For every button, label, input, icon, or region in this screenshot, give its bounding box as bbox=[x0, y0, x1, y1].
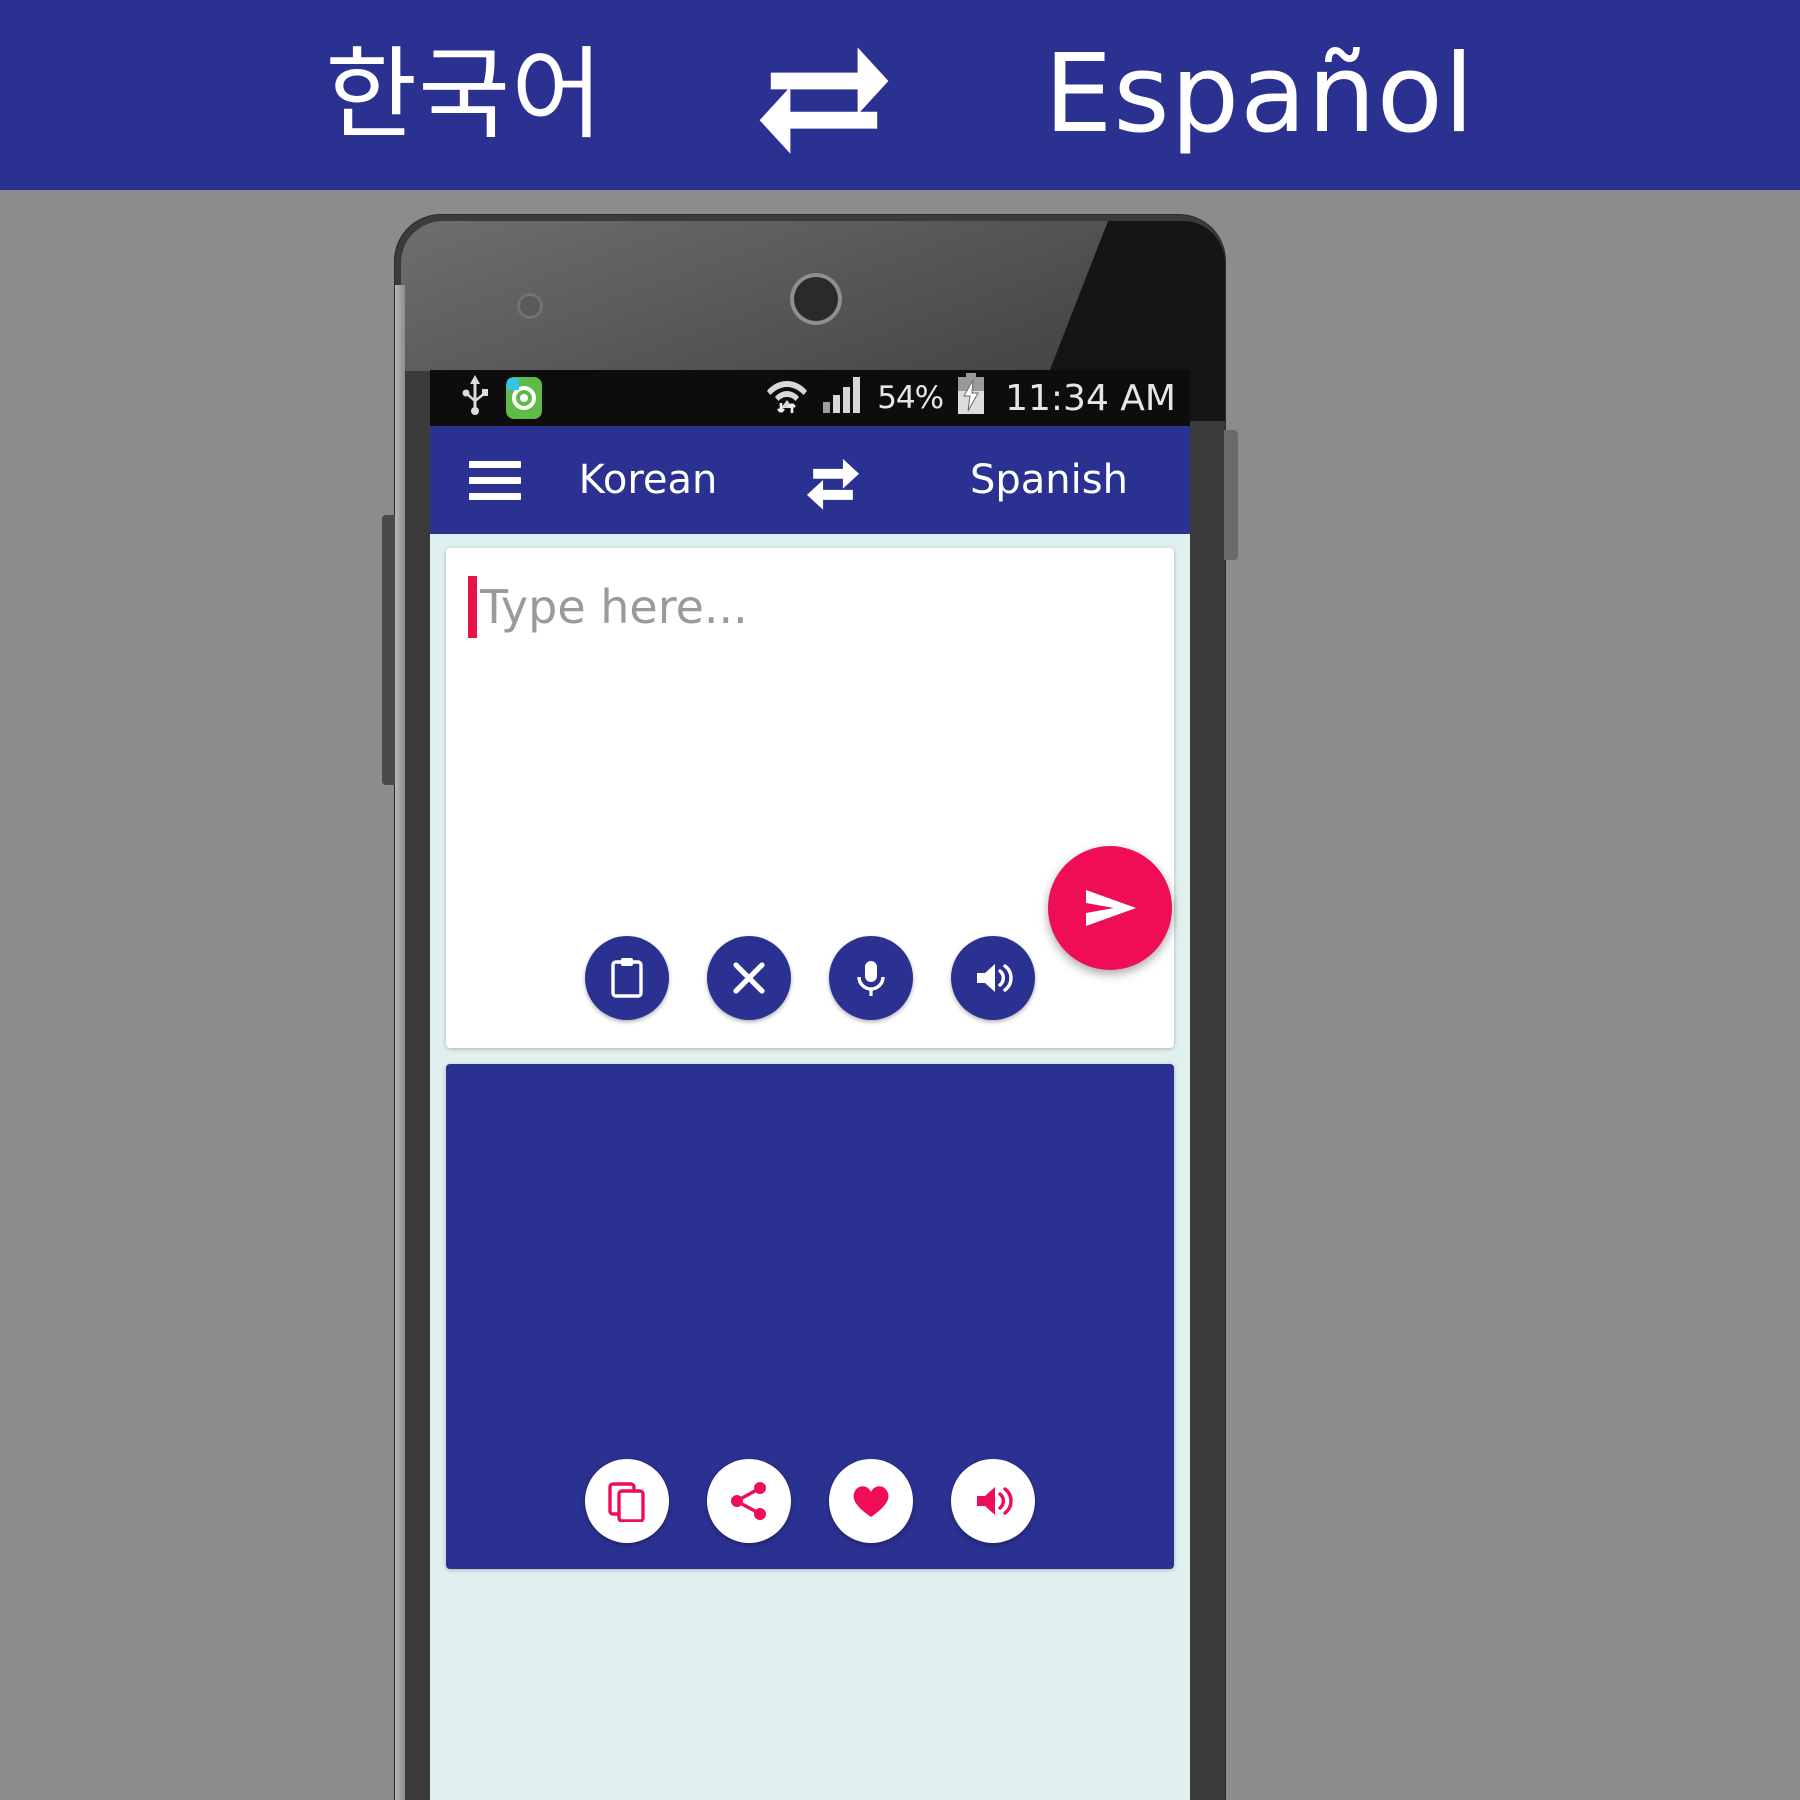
phone-left-edge bbox=[395, 285, 405, 1800]
usb-icon bbox=[462, 373, 489, 423]
speak-result-button[interactable] bbox=[951, 1459, 1035, 1543]
toolbar-swap-languages-icon[interactable] bbox=[758, 449, 908, 511]
result-action-bar bbox=[446, 1459, 1174, 1543]
send-arrow-icon bbox=[1086, 890, 1136, 926]
app-toolbar: Korean Spanish bbox=[430, 426, 1190, 534]
favorite-button[interactable] bbox=[829, 1459, 913, 1543]
status-bar-clock: 11:34 AM bbox=[1005, 377, 1176, 419]
translation-content: Type here... bbox=[430, 534, 1190, 1569]
power-button bbox=[1224, 430, 1238, 560]
screenshot-stage: 54% 11:34 AM Korean Spanish Type here... bbox=[0, 190, 1800, 1800]
source-text-card[interactable]: Type here... bbox=[446, 548, 1174, 1048]
translated-text-card[interactable] bbox=[446, 1064, 1174, 1569]
notification-app-icon bbox=[506, 377, 542, 419]
volume-button bbox=[382, 515, 396, 785]
battery-percent-label: 54% bbox=[877, 380, 944, 416]
copy-button[interactable] bbox=[585, 1459, 669, 1543]
banner-target-language: Español bbox=[1044, 32, 1475, 157]
share-button[interactable] bbox=[707, 1459, 791, 1543]
cellular-signal-icon bbox=[822, 374, 864, 422]
clear-button[interactable] bbox=[707, 936, 791, 1020]
toolbar-target-language[interactable]: Spanish bbox=[908, 457, 1190, 503]
status-bar: 54% 11:34 AM bbox=[430, 370, 1190, 426]
battery-charging-icon bbox=[956, 373, 986, 423]
phone-screen: 54% 11:34 AM Korean Spanish Type here... bbox=[430, 370, 1190, 1800]
promo-banner: 한국어 Español bbox=[0, 0, 1800, 190]
toolbar-source-language[interactable]: Korean bbox=[538, 457, 758, 503]
front-camera bbox=[790, 273, 842, 325]
voice-input-button[interactable] bbox=[829, 936, 913, 1020]
wifi-with-data-arrows-icon bbox=[765, 372, 809, 424]
front-sensor bbox=[517, 293, 543, 319]
banner-source-language: 한국어 bbox=[325, 36, 605, 153]
speak-source-button[interactable] bbox=[951, 936, 1035, 1020]
paste-button[interactable] bbox=[585, 936, 669, 1020]
send-translate-button[interactable] bbox=[1048, 846, 1172, 970]
hamburger-menu-icon[interactable] bbox=[452, 460, 538, 500]
phone-mockup: 54% 11:34 AM Korean Spanish Type here... bbox=[382, 215, 1238, 1800]
source-text-placeholder[interactable]: Type here... bbox=[480, 580, 748, 634]
text-caret bbox=[468, 576, 477, 638]
banner-swap-icon bbox=[754, 25, 894, 165]
